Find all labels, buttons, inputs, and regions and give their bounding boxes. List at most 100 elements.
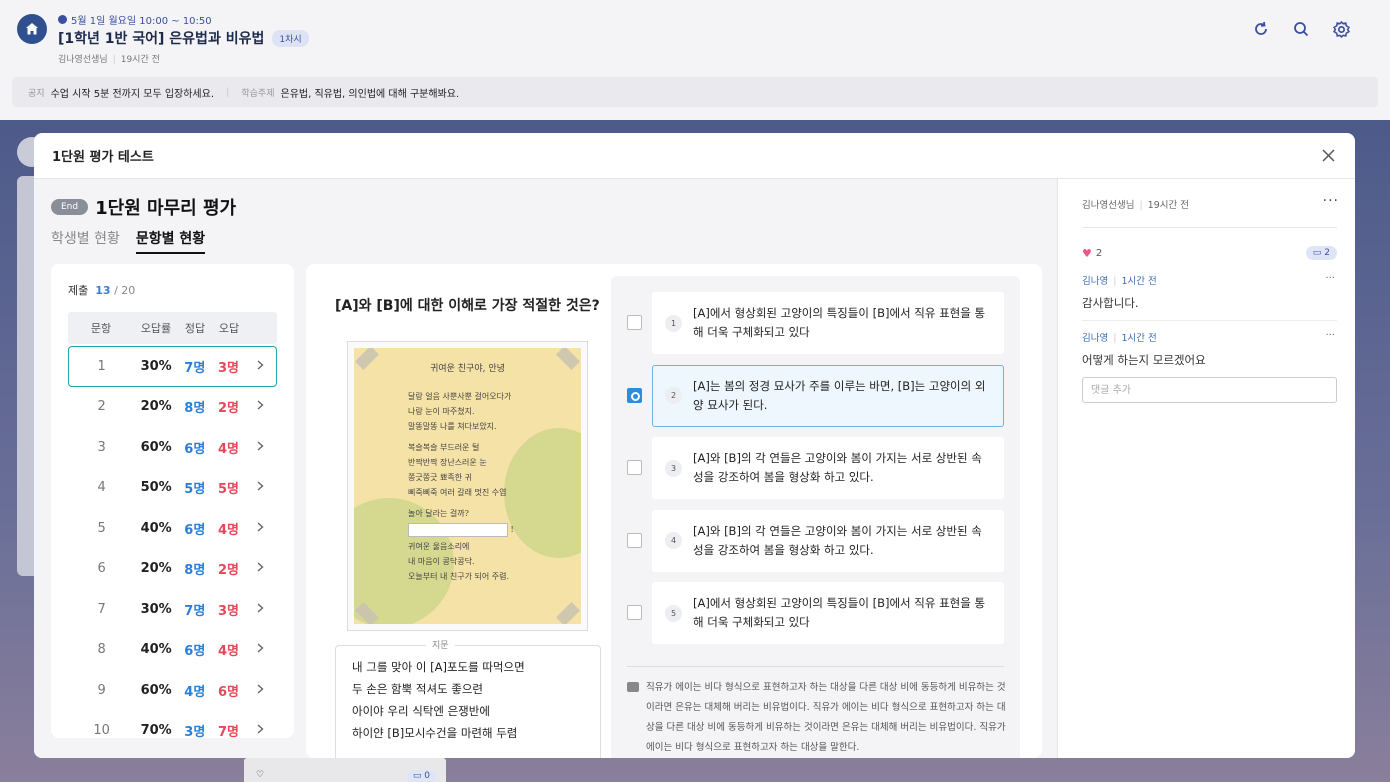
table-cell: 2명 [217,563,239,579]
comment-item: 김나영 | 1시간 전 ··· 어떻게 하는지 모르겠어요 [1082,330,1335,367]
poem-line: 오늘부터 내 친구가 되어 주렴. [408,572,510,581]
comment-count-badge: ▭ 2 [1305,246,1337,260]
home-icon [26,23,38,35]
home-button[interactable] [17,14,47,44]
table-row[interactable]: 2 20% 8명 2명 [68,387,277,428]
answer-choice[interactable]: 5 [A]에서 형상회된 고양이의 특징들이 [B]에서 직유 표현을 통해 더욱… [652,582,1004,644]
table-cell: 8명 [184,563,206,579]
table-cell: 7명 [184,603,206,619]
table-row[interactable]: 5 40% 6명 4명 [68,508,277,549]
poem-title: 귀여운 친구야, 안녕 [430,364,505,374]
table-cell: 2 [97,399,106,415]
explanation-text: 직유가 에이는 비다 형식으로 표현하고자 하는 대상을 다른 대상 비에 동등… [646,682,1006,753]
table-cell: 6명 [184,441,206,457]
table-cell: 3명 [217,360,239,376]
chevron-right-icon [245,723,276,738]
choice-checkbox[interactable] [627,315,642,330]
table-row[interactable]: 1 30% 7명 3명 [68,346,277,387]
table-cell: 60% [140,439,172,455]
passage-line: 아이야 우리 식탁엔 은쟁반에 [352,704,490,718]
heart-icon: ♥ [1082,247,1092,260]
table-cell: 20% [140,399,172,415]
search-icon[interactable] [1292,20,1310,38]
choice-number: 1 [665,314,682,332]
more-options-icon[interactable]: ··· [1323,193,1339,209]
teacher-info: 김나영선생님 | 19시간 전 [58,55,160,65]
table-row[interactable]: 6 20% 8명 2명 [68,549,277,590]
table-cell: 8 [97,642,106,658]
choice-text: [A]에서 형상회된 고양이의 특징들이 [B]에서 직유 표현을 통해 더욱 … [693,596,986,629]
evaluation-title: 1단원 마무리 평가 [95,198,237,219]
answer-choice[interactable]: 3 [A]와 [B]의 각 연들은 고양이와 봄이 가지는 서로 상반된 속성을 … [652,437,1004,499]
chevron-right-icon [245,602,276,617]
chevron-right-icon [245,683,276,698]
table-cell: 6명 [184,644,206,660]
tab-question-status[interactable]: 문항별 현황 [135,228,206,254]
table-cell: 4명 [217,441,239,457]
session-badge: 1차시 [272,29,309,47]
close-icon[interactable] [1319,147,1337,165]
table-row[interactable]: 8 40% 6명 4명 [68,630,277,671]
answer-choice[interactable]: 1 [A]에서 형상회된 고양이의 특징들이 [B]에서 직유 표현을 통해 더욱… [652,292,1004,354]
choice-number: 5 [665,604,682,622]
table-cell: 9 [97,682,106,698]
question-panel: [A]와 [B]에 대한 이해로 가장 적절한 것은? 귀여운 친구야, 안녕 … [306,264,1042,758]
table-cell: 6명 [217,684,239,700]
stats-table-body: 1 30% 7명 3명 2 20% 8명 2명 3 60% 6명 4명 4 50% 5명 5명 5 40% 6명 4명… [68,346,277,738]
choice-number: 4 [665,532,682,549]
table-cell: 7 [97,601,106,617]
comments-panel: 김나영선생님 | 19시간 전 ··· ♥ 2 ▭ 2 김나영 | 1시간 전 ··· 감… [1057,179,1355,758]
choice-checkbox[interactable] [627,387,642,403]
question-stats-panel: 제출 13 / 20 문항 오답률 정답 오답 1 30% 7명 3명 2 20% 8명 2명… [51,264,294,738]
table-cell: 3 [97,439,106,455]
refresh-icon[interactable] [1252,20,1270,38]
choice-text: [A]는 봄의 정경 묘사가 주를 이루는 바면, [B]는 고양이의 외양 묘… [693,378,986,412]
stats-table-header: 문항 오답률 정답 오답 [68,312,277,344]
choice-checkbox[interactable] [627,532,642,548]
comment-input[interactable] [1082,377,1337,403]
passage-line: 하이얀 [B]모시수건을 마련해 두렴 [352,726,518,740]
settings-icon[interactable] [1332,20,1350,38]
modal-title: 1단원 평가 테스트 [52,150,154,165]
clock-icon [58,15,67,24]
table-row[interactable]: 7 30% 7명 3명 [68,589,277,630]
passage-box: 내 그를 맞아 이 [A]포도를 따먹으면 두 손은 함뿍 적셔도 좋으련 아이… [335,645,601,758]
table-row[interactable]: 4 50% 5명 5명 [68,468,277,509]
background-post-card: ♡ ▭ 0 [244,758,446,782]
like-button[interactable]: ♥ 2 [1082,247,1102,260]
table-row[interactable]: 9 60% 4명 6명 [68,670,277,711]
table-cell: 2명 [217,401,239,417]
table-cell: 30% [140,358,172,374]
choice-checkbox[interactable] [627,605,642,620]
table-cell: 10 [93,723,110,738]
poem-line: 나랑 눈이 마주쳤지. [408,407,475,416]
answer-choice[interactable]: 2 [A]는 봄의 정경 묘사가 주를 이루는 바면, [B]는 고양이의 외양 … [652,364,1004,427]
table-row[interactable]: 3 60% 6명 4명 [68,427,277,468]
chevron-right-icon [245,561,276,576]
table-cell: 6 [97,561,106,577]
table-cell: 60% [140,682,172,698]
choice-number: 3 [665,459,682,477]
tab-student-status[interactable]: 학생별 현황 [51,228,120,254]
table-cell: 5명 [217,482,239,498]
choice-checkbox[interactable] [627,460,642,475]
table-cell: 7명 [217,725,239,738]
heart-outline-icon: ♡ [256,770,265,780]
poem-line: 삐죽삐죽 여러 갈래 멋진 수염 [408,488,507,497]
poem-line: 놀아 달라는 걸까? [408,509,469,518]
table-row[interactable]: 10 70% 3명 7명 [68,711,277,738]
choice-text: [A]와 [B]의 각 연들은 고양이와 봄이 가지는 서로 상반된 속성을 강… [693,523,982,557]
chevron-right-icon [245,399,276,414]
passage-label: 지문 [426,638,455,651]
answer-choice[interactable]: 4 [A]와 [B]의 각 연들은 고양이와 봄이 가지는 서로 상반된 속성을 … [652,509,1004,572]
choice-text: [A]에서 형상회된 고양이의 특징들이 [B]에서 직유 표현을 통해 더욱 … [693,306,986,339]
tab-bar: 학생별 현황 문항별 현황 [51,228,206,254]
comment-more-icon[interactable]: ··· [1325,273,1335,284]
page-header: 5월 1일 월요일 10:00 ~ 10:50 [1학년 1반 국어] 은유법과… [0,0,1390,120]
comment-icon [627,682,639,692]
table-cell: 50% [140,480,172,496]
chevron-right-icon [245,480,276,495]
comment-more-icon[interactable]: ··· [1325,330,1335,341]
table-cell: 4 [97,480,106,496]
table-cell: 40% [140,520,172,536]
